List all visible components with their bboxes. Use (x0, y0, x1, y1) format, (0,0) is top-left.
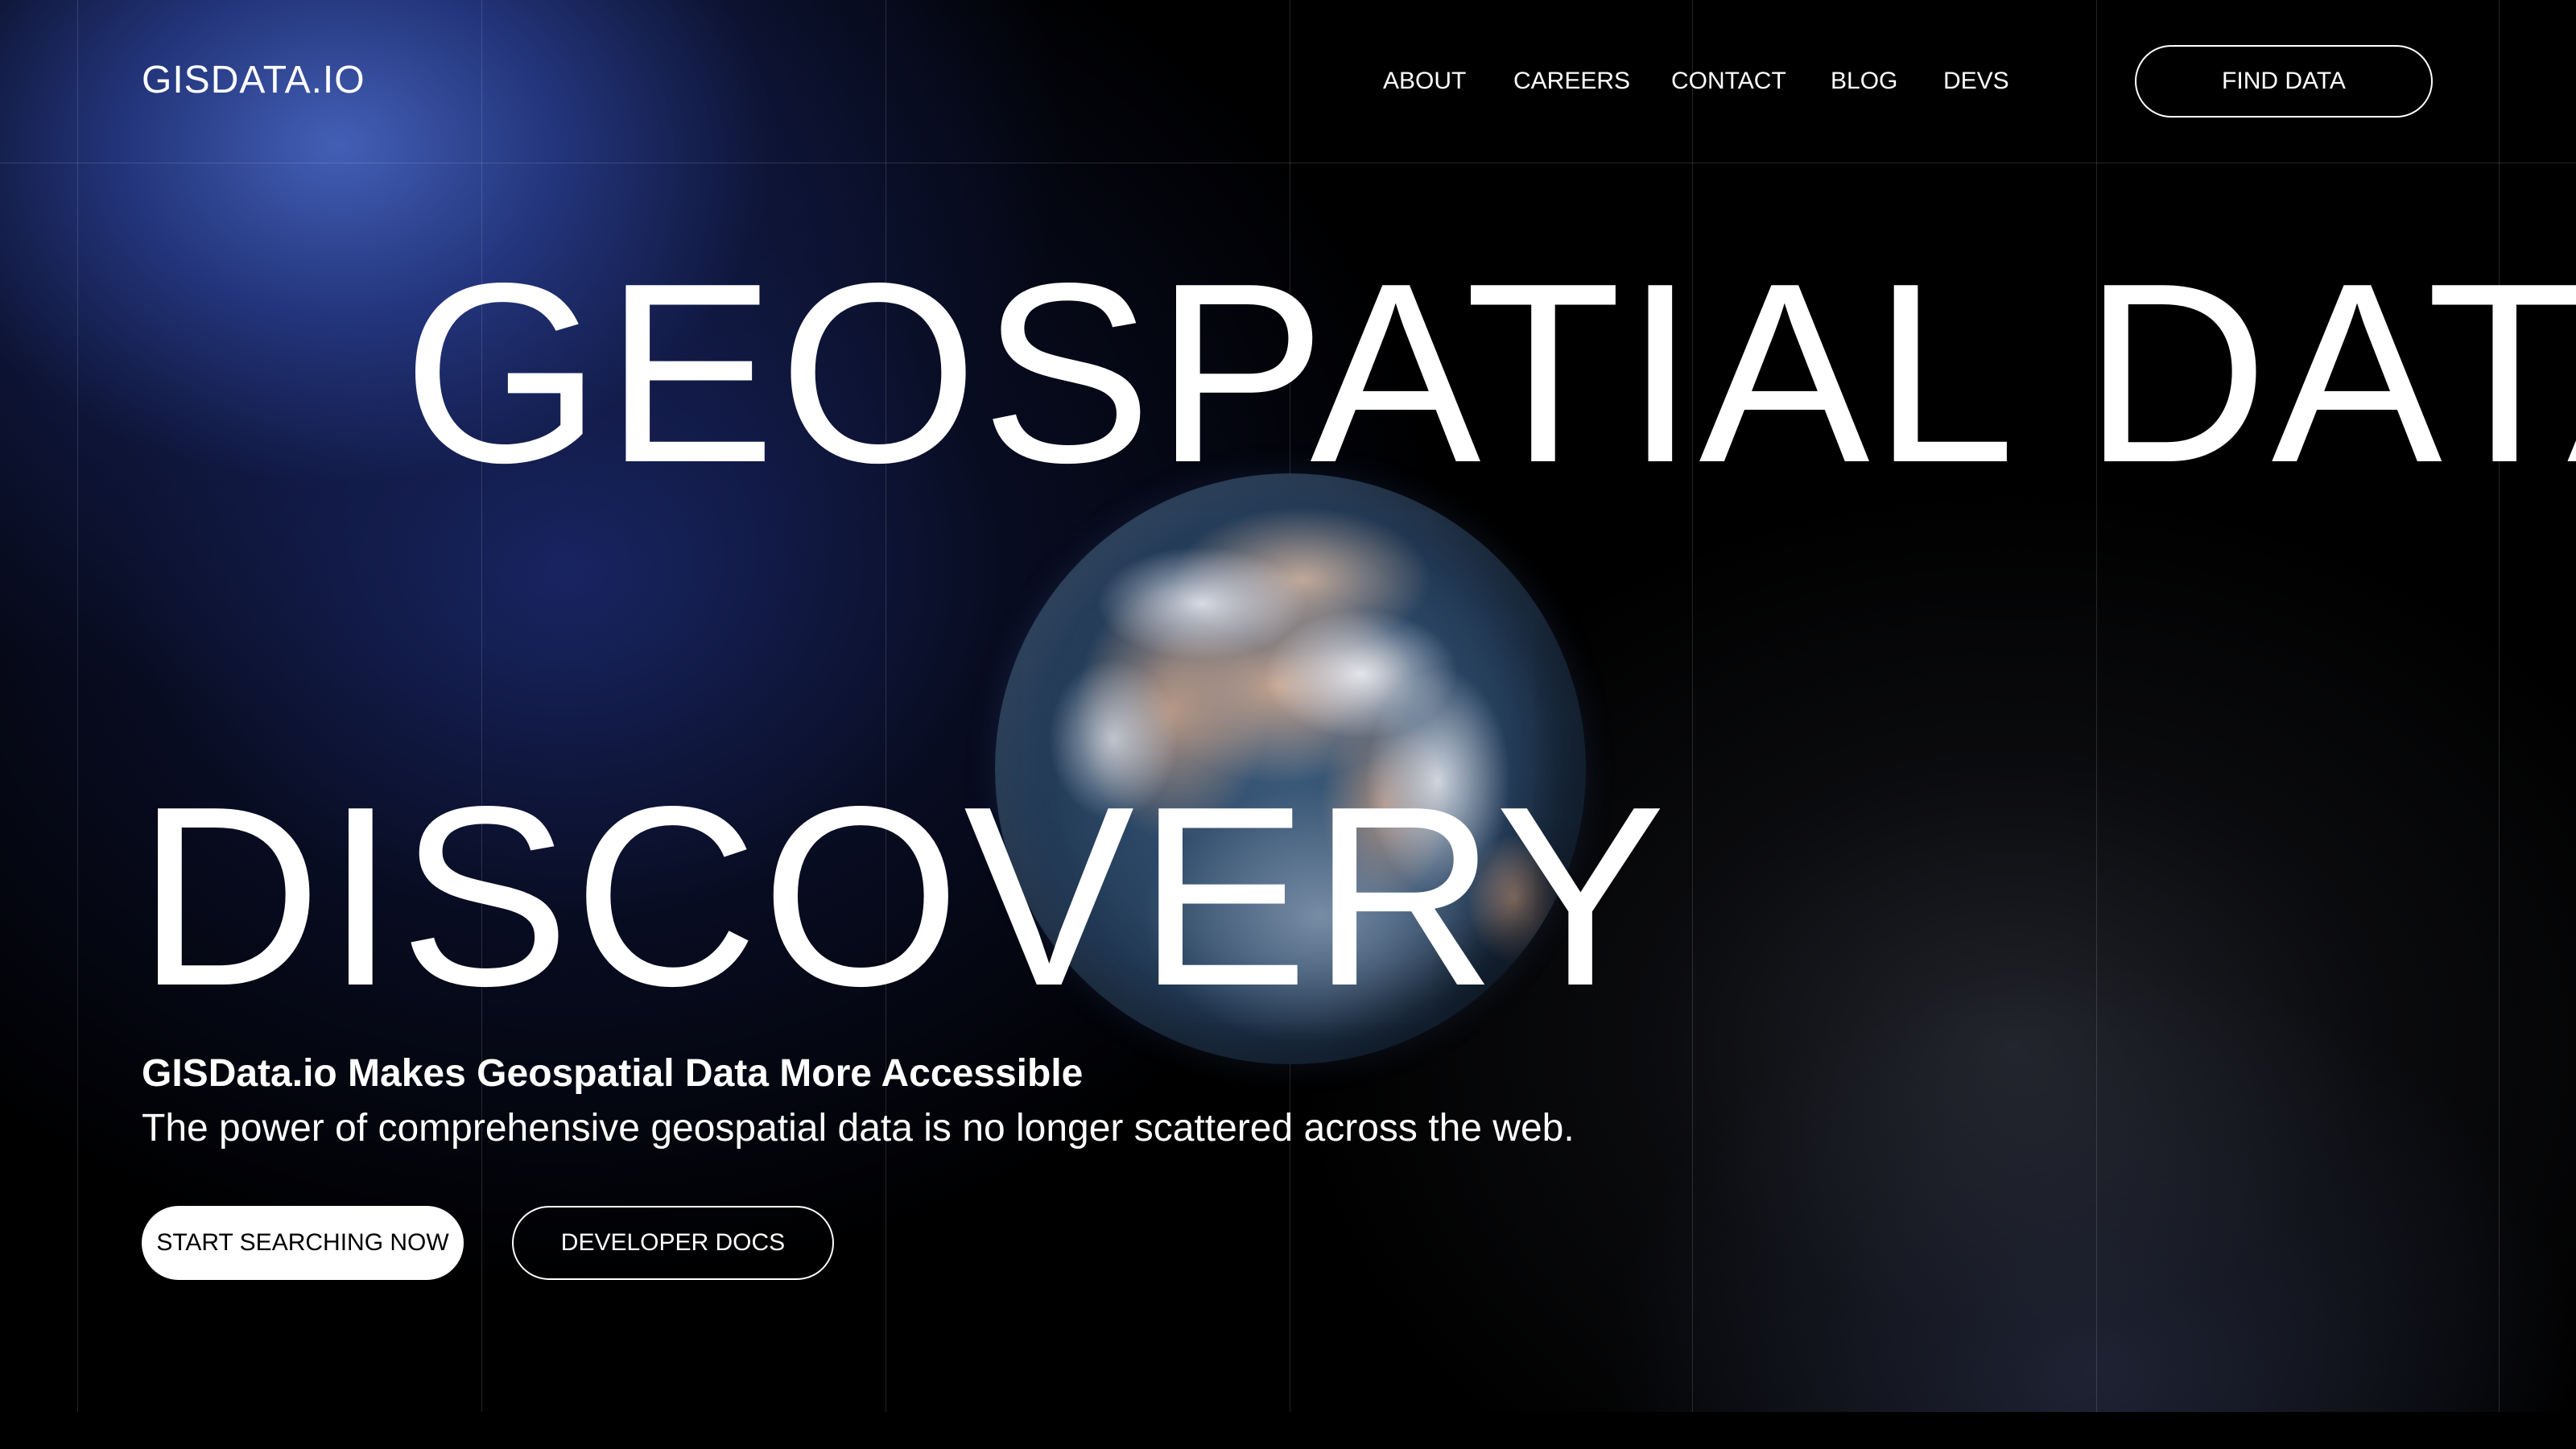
nav-devs[interactable]: DEVS (1943, 68, 2009, 95)
grid-line (1692, 0, 1693, 1449)
hero-subheading: GISData.io Makes Geospatial Data More Ac… (142, 1052, 1084, 1095)
developer-docs-button[interactable]: DEVELOPER DOCS (512, 1206, 834, 1280)
start-searching-button[interactable]: START SEARCHING NOW (142, 1206, 464, 1280)
grid-line (2096, 0, 2097, 1449)
hero-title-line-1: GEOSPATIAL DATA (402, 230, 2576, 516)
landing-page: GISDATA.IO ABOUT CAREERS CONTACT BLOG DE… (0, 0, 2576, 1449)
bottom-bar (0, 1412, 2576, 1449)
hero-title-line-2: DISCOVERY (137, 753, 1670, 1039)
nav-contact[interactable]: CONTACT (1671, 68, 1786, 95)
hero-description: The power of comprehensive geospatial da… (142, 1107, 1575, 1150)
nav-about[interactable]: ABOUT (1383, 68, 1466, 95)
grid-line (481, 0, 482, 1449)
nav-careers[interactable]: CAREERS (1513, 68, 1630, 95)
nav-blog[interactable]: BLOG (1831, 68, 1897, 95)
logo[interactable]: GISDATA.IO (142, 58, 365, 102)
find-data-button[interactable]: FIND DATA (2135, 45, 2433, 118)
grid-line (2499, 0, 2500, 1449)
grid-line (77, 0, 78, 1449)
